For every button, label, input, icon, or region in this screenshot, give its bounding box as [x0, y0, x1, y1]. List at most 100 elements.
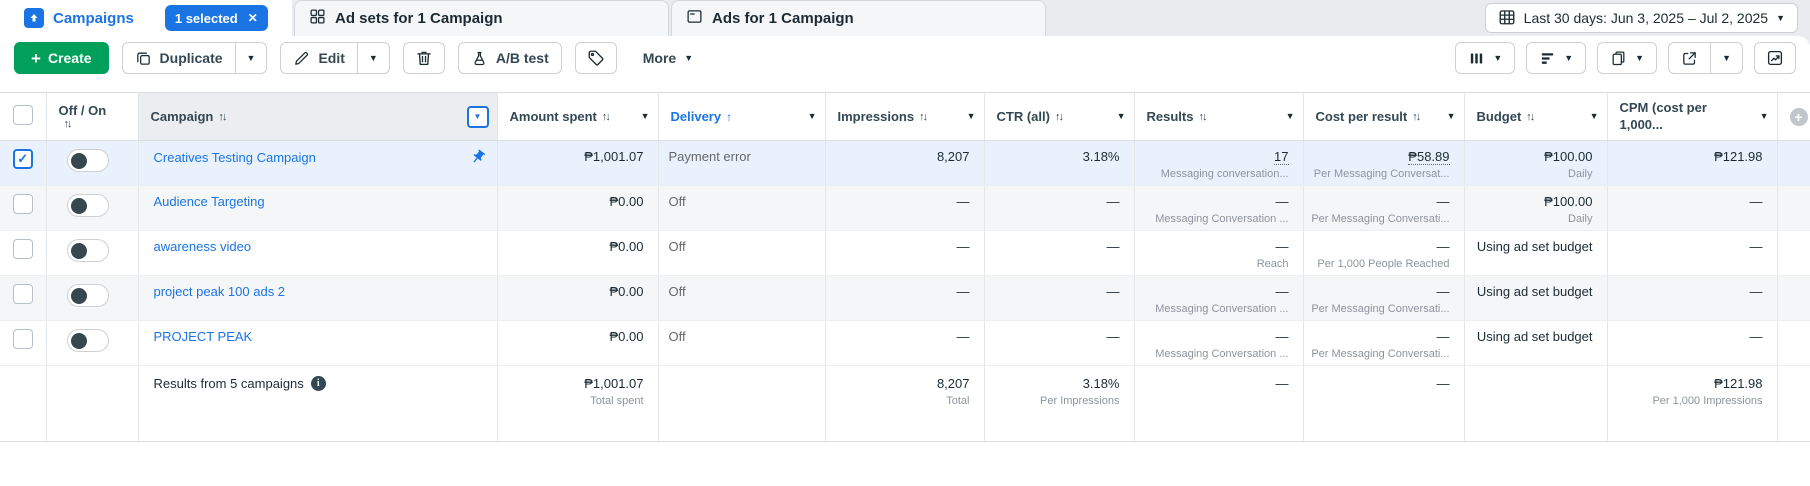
delivery-status: Off — [668, 329, 686, 344]
header-impressions[interactable]: Impressions ↑↓ ▼ — [825, 92, 985, 141]
header-cost-per-result[interactable]: Cost per result ↑↓ ▼ — [1303, 92, 1465, 141]
tab-adsets-label: Ad sets for 1 Campaign — [335, 10, 503, 27]
row-checkbox[interactable]: ✓ — [12, 149, 33, 169]
chevron-down-icon: ▼ — [1493, 52, 1503, 63]
chevron-down-icon: ▼ — [368, 52, 378, 63]
edit-button[interactable]: Edit — [281, 43, 356, 73]
tab-campaigns[interactable]: Campaigns 1 selected ✕ — [0, 0, 292, 36]
pin-icon[interactable] — [466, 146, 488, 168]
header-cost-per-result-label: Cost per result — [1315, 109, 1408, 124]
row-checkbox[interactable] — [12, 284, 33, 304]
ab-test-label: A/B test — [495, 50, 549, 66]
delete-button[interactable] — [402, 42, 445, 74]
impressions-value: — — [956, 329, 970, 344]
row-checkbox[interactable] — [12, 194, 33, 214]
export-button[interactable] — [1669, 43, 1710, 73]
edit-dropdown[interactable]: ▼ — [356, 43, 389, 73]
add-column-icon[interactable]: + — [1789, 107, 1808, 126]
chevron-down-icon: ▼ — [1116, 111, 1126, 121]
total-cpm: ₱121.98 — [1714, 376, 1763, 391]
columns-button[interactable]: ▼ — [1455, 42, 1516, 74]
chevron-down-icon: ▼ — [1759, 111, 1769, 121]
ctr-value: — — [1106, 239, 1120, 254]
cpm-value: — — [1749, 194, 1763, 209]
date-range-button[interactable]: Last 30 days: Jun 3, 2025 – Jul 2, 2025 … — [1484, 3, 1798, 33]
ab-test-button[interactable]: A/B test — [457, 42, 562, 74]
campaign-toggle[interactable] — [66, 194, 109, 217]
impressions-value: 8,207 — [936, 149, 970, 164]
cpm-value: — — [1749, 284, 1763, 299]
header-amount-spent[interactable]: Amount spent ↑↓ ▼ — [497, 92, 659, 141]
campaign-link[interactable]: Audience Targeting — [154, 194, 265, 209]
breakdown-button[interactable]: ▼ — [1526, 42, 1587, 74]
results-value: — — [1275, 284, 1289, 299]
cost-per-result-sub-label: Per Messaging Conversati... — [1311, 213, 1450, 225]
header-campaign-label: Campaign — [150, 109, 214, 124]
cost-per-result-value[interactable]: ₱58.89 — [1408, 149, 1450, 165]
campaign-toggle[interactable] — [66, 329, 109, 352]
select-all-checkbox[interactable] — [12, 105, 33, 125]
row-checkbox[interactable] — [12, 329, 33, 349]
campaign-toggle[interactable] — [66, 149, 109, 172]
header-results[interactable]: Results ↑↓ ▼ — [1134, 92, 1304, 141]
duplicate-dropdown[interactable]: ▼ — [234, 43, 267, 73]
delivery-status: Payment error — [668, 149, 751, 164]
header-delivery[interactable]: Delivery ↑ ▼ — [658, 92, 826, 141]
sort-icon: ↑↓ — [919, 110, 928, 123]
campaign-toggle[interactable] — [66, 284, 109, 307]
duplicate-split-button: Duplicate ▼ — [121, 42, 268, 74]
duplicate-button[interactable]: Duplicate — [123, 43, 235, 73]
selected-count-badge[interactable]: 1 selected ✕ — [164, 5, 268, 31]
results-value: — — [1275, 194, 1289, 209]
info-icon[interactable]: i — [310, 376, 326, 391]
results-value[interactable]: 17 — [1274, 149, 1289, 165]
campaign-link[interactable]: project peak 100 ads 2 — [154, 284, 286, 299]
campaign-link[interactable]: Creatives Testing Campaign — [154, 150, 316, 165]
amount-spent-value: ₱0.00 — [609, 239, 644, 254]
results-value: — — [1275, 239, 1289, 254]
results-sub-label: Messaging Conversation ... — [1155, 213, 1289, 225]
chevron-down-icon: ▼ — [807, 111, 817, 121]
cost-per-result-sub-label: Per Messaging Conversati... — [1311, 348, 1450, 360]
header-campaign[interactable]: Campaign ↑↓ ▼ — [138, 92, 498, 141]
impressions-value: — — [956, 284, 970, 299]
results-sub-label: Messaging conversation... — [1160, 168, 1289, 180]
budget-value: Using ad set budget — [1476, 329, 1593, 344]
total-amount-spent-label: Total spent — [590, 395, 644, 407]
more-button[interactable]: More ▼ — [630, 42, 706, 74]
campaign-link[interactable]: PROJECT PEAK — [154, 329, 253, 344]
tag-button[interactable] — [574, 42, 617, 74]
sort-icon: ↑↓ — [601, 110, 611, 123]
header-off-on[interactable]: Off / On ↑↓ — [46, 92, 139, 141]
tab-ads[interactable]: Ads for 1 Campaign — [671, 0, 1046, 36]
cpm-value: — — [1749, 329, 1763, 344]
clear-selection-icon[interactable]: ✕ — [248, 11, 258, 25]
cost-per-result-value: — — [1436, 239, 1450, 254]
header-ctr[interactable]: CTR (all) ↑↓ ▼ — [984, 92, 1135, 141]
campaign-link[interactable]: awareness video — [154, 239, 252, 254]
cost-per-result-sub-label: Per Messaging Conversat... — [1313, 168, 1450, 180]
export-dropdown[interactable]: ▼ — [1710, 43, 1742, 73]
campaigns-table: Off / On ↑↓ Campaign ↑↓ ▼ Amount spent ↑… — [0, 92, 1810, 442]
row-checkbox[interactable] — [12, 239, 33, 259]
campaign-toggle[interactable] — [66, 239, 109, 262]
create-button[interactable]: + Create — [14, 42, 109, 74]
reports-button[interactable]: ▼ — [1597, 42, 1658, 74]
header-budget[interactable]: Budget ↑↓ ▼ — [1464, 92, 1608, 141]
results-value: — — [1275, 329, 1289, 344]
tab-adsets[interactable]: Ad sets for 1 Campaign — [294, 0, 669, 36]
sort-icon: ↑↓ — [1412, 110, 1421, 123]
date-range-label: Last 30 days: Jun 3, 2025 – Jul 2, 2025 — [1523, 10, 1769, 26]
budget-value: ₱100.00 — [1544, 149, 1593, 164]
table-row: PROJECT PEAK ₱0.00 Off — — — Messaging Co… — [0, 320, 1810, 366]
campaign-filter-dropdown[interactable]: ▼ — [466, 105, 489, 128]
header-cpm[interactable]: CPM (cost per 1,000... ▼ — [1607, 92, 1778, 141]
toggle-knob — [70, 287, 87, 304]
charts-button[interactable] — [1754, 42, 1796, 74]
ctr-value: — — [1106, 329, 1120, 344]
toggle-knob — [70, 152, 87, 169]
chevron-down-icon: ▼ — [1446, 111, 1456, 121]
ctr-value: — — [1106, 284, 1120, 299]
delivery-status: Off — [668, 239, 686, 254]
header-add-column: + — [1777, 92, 1810, 141]
